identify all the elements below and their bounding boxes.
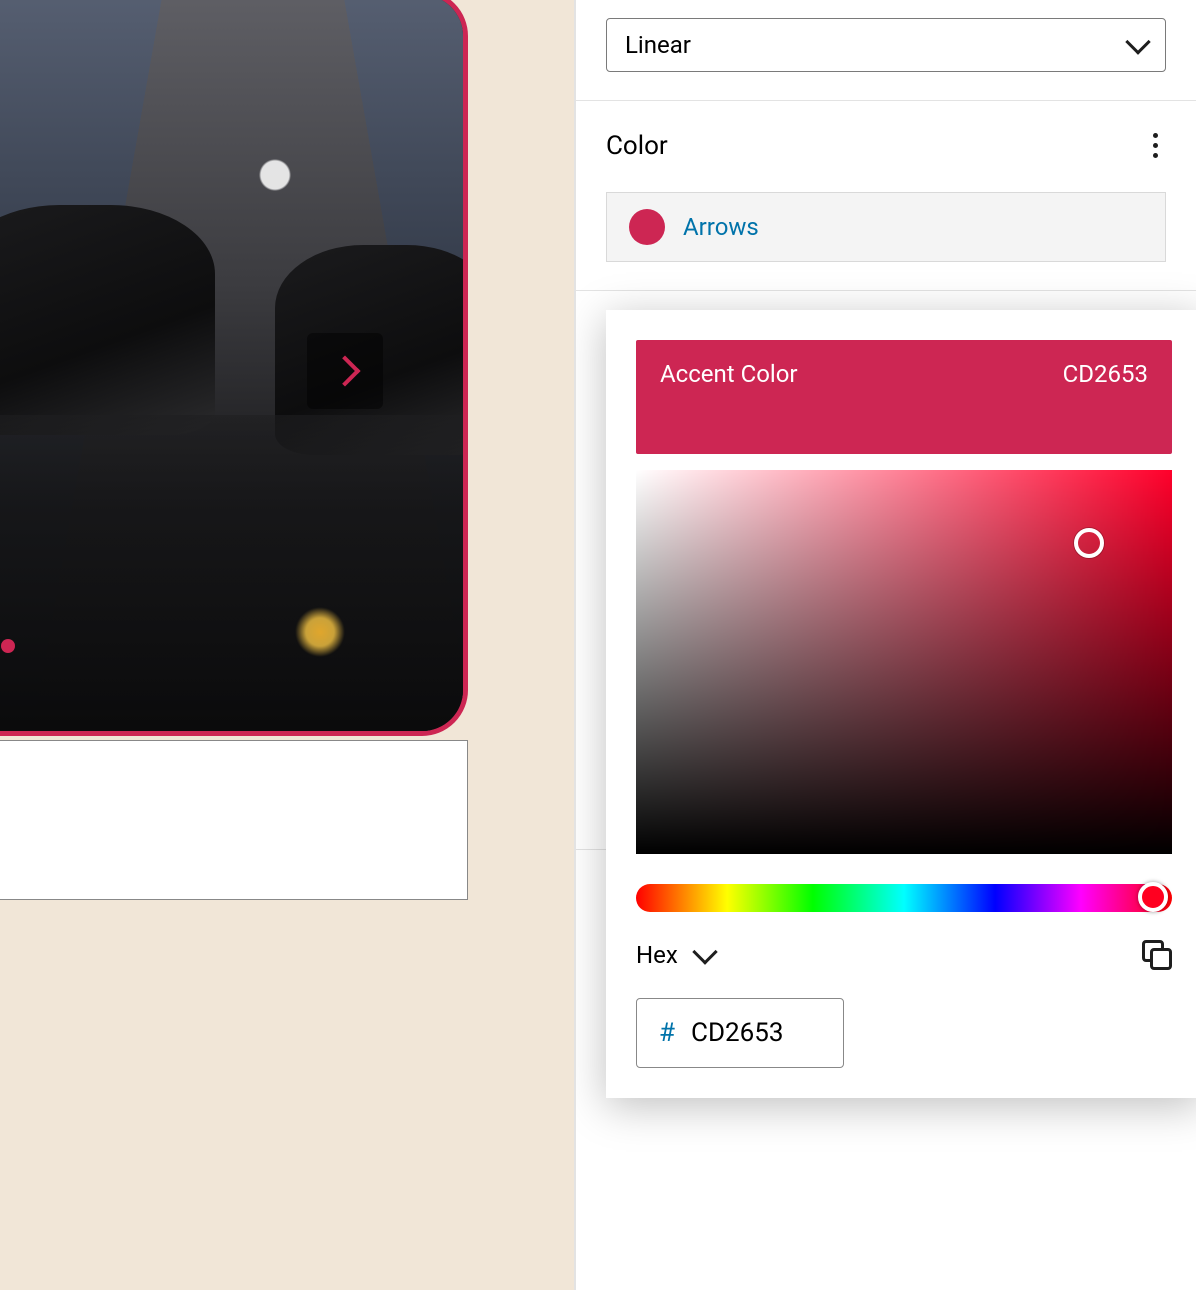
slider-image xyxy=(0,0,463,731)
slider-next-button[interactable] xyxy=(307,333,383,409)
arrows-label: Arrows xyxy=(683,213,759,241)
color-row-arrows[interactable]: Arrows xyxy=(606,192,1166,262)
accent-color-code: CD2653 xyxy=(1063,360,1148,388)
arrows-swatch xyxy=(629,209,665,245)
chevron-down-icon xyxy=(1125,29,1150,54)
caption-input[interactable] xyxy=(0,740,468,900)
chevron-down-icon xyxy=(692,939,717,964)
hue-slider[interactable] xyxy=(636,884,1172,912)
chevron-right-icon xyxy=(329,355,360,386)
hash-prefix: # xyxy=(659,1018,675,1048)
slider-block[interactable] xyxy=(0,0,468,736)
editor-canvas xyxy=(0,0,576,1290)
color-section-heading: Color xyxy=(606,131,668,161)
pagination-dot[interactable] xyxy=(1,639,15,653)
sv-handle[interactable] xyxy=(1074,528,1104,558)
color-picker-popover: Accent Color CD2653 Hex # CD2653 xyxy=(606,310,1196,1098)
settings-sidebar: Linear Color Arrows Border WIDTH 4 RADIU… xyxy=(576,0,1196,1290)
gradient-type-value: Linear xyxy=(625,31,691,59)
color-options-menu-button[interactable] xyxy=(1145,129,1166,162)
accent-color-banner: Accent Color CD2653 xyxy=(636,340,1172,454)
hue-handle[interactable] xyxy=(1138,882,1168,912)
saturation-value-area[interactable] xyxy=(636,470,1172,854)
hex-value: CD2653 xyxy=(691,1018,783,1048)
color-mode-label: Hex xyxy=(636,941,678,969)
hex-input[interactable]: # CD2653 xyxy=(636,998,844,1068)
accent-color-title: Accent Color xyxy=(660,360,798,388)
copy-color-button[interactable] xyxy=(1142,940,1172,970)
color-mode-select[interactable]: Hex xyxy=(636,941,714,969)
gradient-type-select[interactable]: Linear xyxy=(606,18,1166,72)
